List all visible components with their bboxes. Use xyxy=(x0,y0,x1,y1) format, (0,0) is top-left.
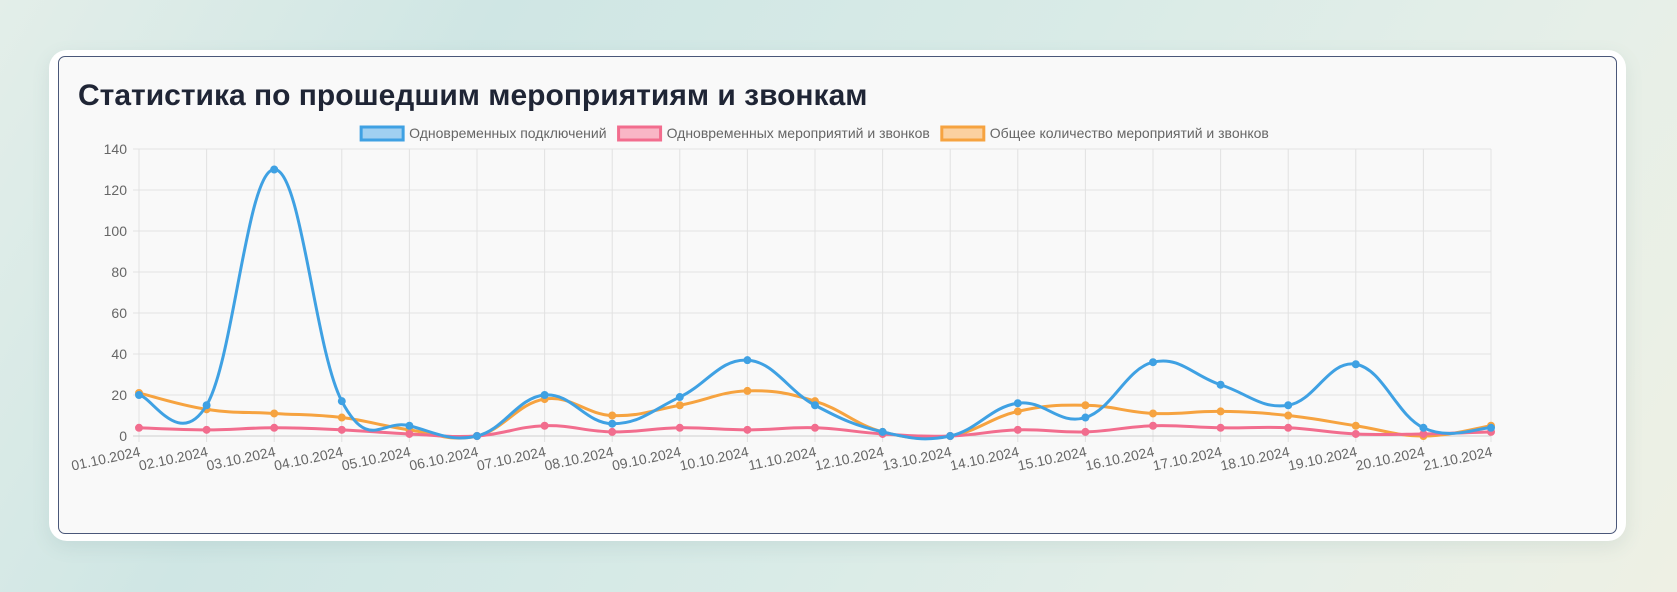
data-point xyxy=(1216,380,1225,389)
data-point xyxy=(1284,411,1293,420)
data-point xyxy=(1284,423,1293,432)
data-point xyxy=(202,425,211,434)
data-point xyxy=(405,421,414,430)
y-tick-label: 0 xyxy=(119,428,127,444)
legend-swatch xyxy=(359,125,405,142)
data-point xyxy=(811,401,819,410)
x-tick-label: 12.10.2024 xyxy=(813,443,885,473)
background-frame: Статистика по прошедшим мероприятиям и з… xyxy=(0,0,1677,592)
data-point xyxy=(608,419,617,428)
x-tick-label: 15.10.2024 xyxy=(1016,443,1088,473)
data-point xyxy=(1081,427,1090,436)
x-tick-label: 16.10.2024 xyxy=(1084,443,1156,473)
x-tick-label: 01.10.2024 xyxy=(70,443,142,473)
data-point xyxy=(540,391,549,399)
data-point xyxy=(675,401,684,410)
x-tick-label: 11.10.2024 xyxy=(747,443,818,473)
x-tick-label: 02.10.2024 xyxy=(137,443,209,473)
x-tick-label: 13.10.2024 xyxy=(881,443,953,473)
data-point xyxy=(1284,401,1293,410)
legend-label: Общее количество мероприятий и звонков xyxy=(990,125,1269,141)
data-point xyxy=(135,391,143,399)
x-tick-label: 19.10.2024 xyxy=(1287,443,1359,473)
data-point xyxy=(1487,423,1495,432)
data-point xyxy=(675,393,684,402)
legend-label: Одновременных мероприятий и звонков xyxy=(667,125,930,141)
legend-swatch xyxy=(617,125,663,142)
legend-label: Одновременных подключений xyxy=(409,125,606,141)
x-tick-label: 17.10.2024 xyxy=(1151,443,1223,473)
data-point xyxy=(1351,429,1360,438)
data-point xyxy=(1419,423,1428,432)
data-point xyxy=(135,423,143,432)
data-point xyxy=(540,421,549,430)
card-container: Статистика по прошедшим мероприятиям и з… xyxy=(49,50,1626,541)
x-tick-label: 20.10.2024 xyxy=(1354,443,1426,473)
data-point xyxy=(1351,360,1360,369)
y-tick-label: 60 xyxy=(111,305,127,321)
data-point xyxy=(270,423,279,432)
data-point xyxy=(202,401,211,410)
data-point xyxy=(1081,401,1090,410)
x-tick-label: 10.10.2024 xyxy=(678,443,750,473)
data-point xyxy=(1013,407,1022,416)
x-tick-label: 03.10.2024 xyxy=(205,443,277,473)
data-point xyxy=(270,165,279,174)
data-point xyxy=(878,427,887,436)
x-tick-label: 18.10.2024 xyxy=(1219,443,1291,473)
data-point xyxy=(608,411,617,420)
data-point xyxy=(1216,407,1225,416)
y-tick-label: 100 xyxy=(104,223,128,239)
data-point xyxy=(1013,425,1022,434)
x-tick-label: 21.10.2024 xyxy=(1422,443,1494,473)
data-point xyxy=(1149,421,1157,430)
data-point xyxy=(270,409,279,418)
data-point xyxy=(337,397,346,406)
x-tick-label: 09.10.2024 xyxy=(611,443,683,473)
data-point xyxy=(1149,358,1157,367)
y-tick-label: 140 xyxy=(104,141,128,157)
data-point xyxy=(946,432,955,440)
data-point xyxy=(811,423,819,432)
x-tick-label: 14.10.2024 xyxy=(949,443,1021,473)
data-point xyxy=(675,423,684,432)
x-tick-label: 08.10.2024 xyxy=(543,443,615,473)
data-point xyxy=(473,432,481,440)
data-point xyxy=(1351,421,1360,430)
y-tick-label: 80 xyxy=(111,264,127,280)
x-tick-label: 06.10.2024 xyxy=(408,443,480,473)
data-point xyxy=(743,425,752,434)
y-tick-label: 120 xyxy=(104,182,128,198)
data-point xyxy=(337,413,346,422)
data-point xyxy=(608,427,617,436)
x-tick-label: 05.10.2024 xyxy=(340,443,412,473)
y-tick-label: 40 xyxy=(111,346,127,362)
stats-card: Статистика по прошедшим мероприятиям и з… xyxy=(58,56,1617,534)
data-point xyxy=(337,425,346,434)
data-point xyxy=(1149,409,1157,418)
x-tick-label: 04.10.2024 xyxy=(273,443,345,473)
y-tick-label: 20 xyxy=(111,387,127,403)
legend-swatch xyxy=(940,125,986,142)
x-tick-label: 07.10.2024 xyxy=(475,443,547,473)
line-chart: 0 20 40 60 80 100 120 140 01.10.202402.10.202403… xyxy=(70,125,1495,474)
data-point xyxy=(1216,423,1225,432)
data-point xyxy=(405,429,414,438)
data-point xyxy=(1013,399,1022,408)
data-point xyxy=(743,386,752,395)
data-point xyxy=(1081,413,1090,422)
data-point xyxy=(743,356,752,365)
